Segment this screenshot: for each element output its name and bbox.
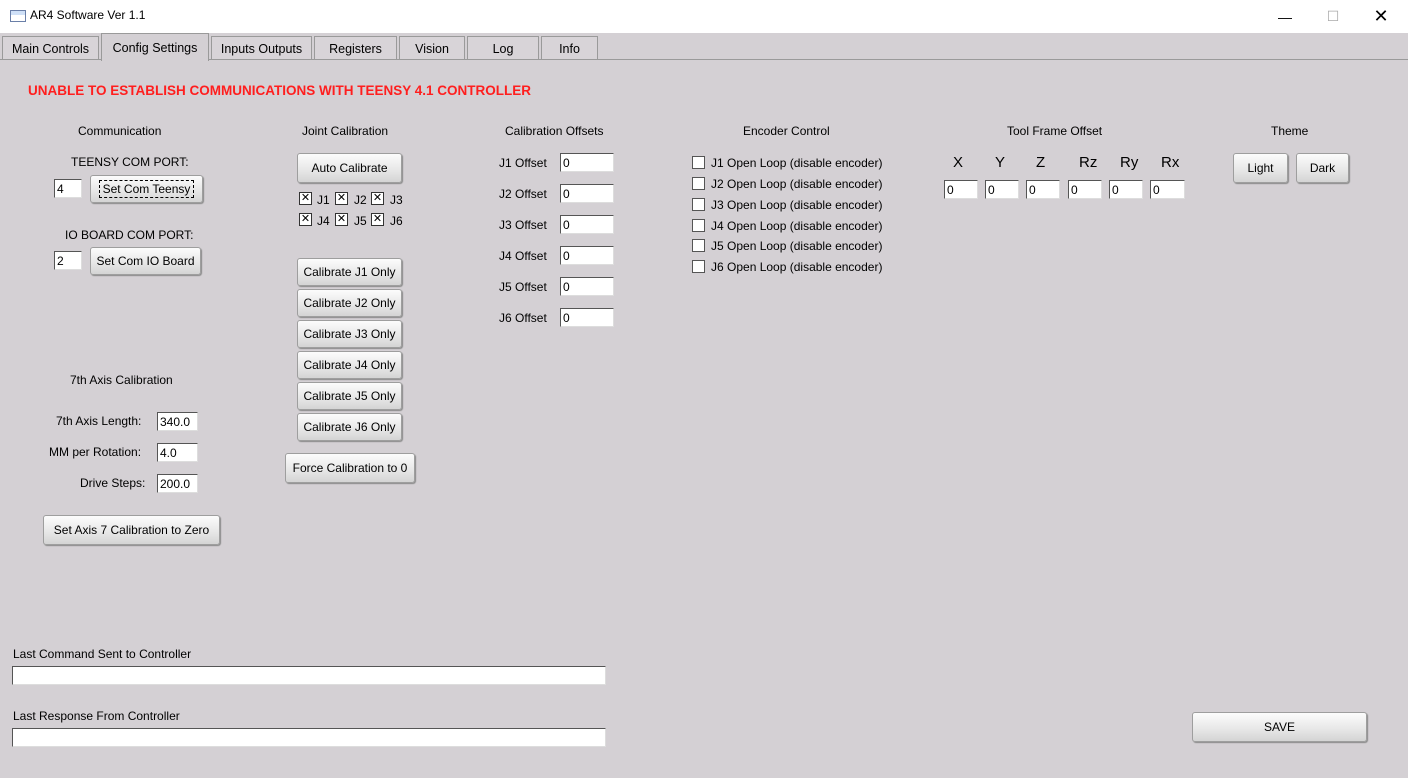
close-button[interactable]: ✕	[1358, 0, 1404, 33]
encoder-control-header: Encoder Control	[743, 124, 830, 138]
axis7-length-input[interactable]	[157, 412, 198, 431]
calibrate-j3-button[interactable]: Calibrate J3 Only	[297, 320, 402, 348]
theme-dark-button[interactable]: Dark	[1296, 153, 1349, 183]
tool-frame-x-label: X	[953, 154, 964, 171]
j6-cal-label: J6	[390, 214, 403, 228]
joint-calibration-header: Joint Calibration	[302, 124, 389, 138]
tool-frame-ry-label: Ry	[1120, 154, 1139, 171]
tool-frame-rz-label: Rz	[1079, 154, 1098, 171]
j3-open-loop-checkbox[interactable]	[692, 198, 705, 211]
j5-open-loop-checkbox[interactable]	[692, 239, 705, 252]
j2-offset-label: J2 Offset	[499, 187, 547, 201]
teensy-com-port-label: TEENSY COM PORT:	[71, 155, 189, 169]
j1-open-loop-label: J1 Open Loop (disable encoder)	[711, 156, 883, 170]
j6-offset-input[interactable]	[560, 308, 614, 327]
set-com-io-board-button[interactable]: Set Com IO Board	[90, 247, 201, 275]
tool-frame-x-input[interactable]	[944, 180, 978, 199]
j3-offset-input[interactable]	[560, 215, 614, 234]
maximize-button[interactable]: ☐	[1310, 0, 1356, 33]
j6-cal-checkbox[interactable]	[371, 213, 384, 226]
minimize-button[interactable]: —	[1262, 0, 1308, 33]
tab-main-controls[interactable]: Main Controls	[2, 36, 99, 60]
force-calibration-button[interactable]: Force Calibration to 0	[285, 453, 415, 483]
title-bar	[0, 0, 1408, 33]
j2-cal-label: J2	[354, 193, 367, 207]
axis7-length-label: 7th Axis Length:	[56, 414, 142, 428]
app-icon	[10, 10, 26, 22]
window-title: AR4 Software Ver 1.1	[30, 8, 146, 22]
calibrate-j5-button[interactable]: Calibrate J5 Only	[297, 382, 402, 410]
last-command-field[interactable]	[12, 666, 606, 685]
j1-offset-input[interactable]	[560, 153, 614, 172]
tab-registers[interactable]: Registers	[314, 36, 397, 60]
j2-offset-input[interactable]	[560, 184, 614, 203]
tool-frame-y-label: Y	[995, 154, 1006, 171]
io-board-com-port-input[interactable]	[54, 251, 82, 270]
j3-offset-label: J3 Offset	[499, 218, 547, 232]
communication-header: Communication	[78, 124, 162, 138]
drive-steps-input[interactable]	[157, 474, 198, 493]
tool-frame-rx-input[interactable]	[1150, 180, 1185, 199]
j1-cal-checkbox[interactable]	[299, 192, 312, 205]
tab-vision[interactable]: Vision	[399, 36, 465, 60]
last-response-label: Last Response From Controller	[13, 709, 180, 723]
tool-frame-z-label: Z	[1036, 154, 1046, 171]
tool-frame-y-input[interactable]	[985, 180, 1019, 199]
calibrate-j6-button[interactable]: Calibrate J6 Only	[297, 413, 402, 441]
j5-cal-checkbox[interactable]	[335, 213, 348, 226]
j4-open-loop-label: J4 Open Loop (disable encoder)	[711, 219, 883, 233]
j4-cal-checkbox[interactable]	[299, 213, 312, 226]
theme-header: Theme	[1271, 124, 1309, 138]
j4-offset-label: J4 Offset	[499, 249, 547, 263]
theme-light-button[interactable]: Light	[1233, 153, 1288, 183]
tab-config-settings[interactable]: Config Settings	[101, 33, 209, 61]
teensy-com-port-input[interactable]	[54, 179, 82, 198]
j3-open-loop-label: J3 Open Loop (disable encoder)	[711, 198, 883, 212]
tool-frame-z-input[interactable]	[1026, 180, 1060, 199]
set-com-teensy-button[interactable]: Set Com Teensy	[90, 175, 203, 203]
last-command-label: Last Command Sent to Controller	[13, 647, 192, 661]
j5-offset-label: J5 Offset	[499, 280, 547, 294]
calibrate-j1-button[interactable]: Calibrate J1 Only	[297, 258, 402, 286]
j4-open-loop-checkbox[interactable]	[692, 219, 705, 232]
j6-open-loop-checkbox[interactable]	[692, 260, 705, 273]
auto-calibrate-button[interactable]: Auto Calibrate	[297, 153, 402, 183]
error-message: UNABLE TO ESTABLISH COMMUNICATIONS WITH …	[28, 83, 532, 98]
save-button[interactable]: SAVE	[1192, 712, 1367, 742]
set-axis7-zero-button[interactable]: Set Axis 7 Calibration to Zero	[43, 515, 220, 545]
tab-strip: Main Controls Config Settings Inputs Out…	[0, 33, 1408, 61]
tool-frame-ry-input[interactable]	[1109, 180, 1143, 199]
j4-cal-label: J4	[317, 214, 330, 228]
j2-cal-checkbox[interactable]	[335, 192, 348, 205]
calibrate-j4-button[interactable]: Calibrate J4 Only	[297, 351, 402, 379]
tool-frame-header: Tool Frame Offset	[1007, 124, 1103, 138]
j5-cal-label: J5	[354, 214, 367, 228]
j5-open-loop-label: J5 Open Loop (disable encoder)	[711, 239, 883, 253]
j2-open-loop-label: J2 Open Loop (disable encoder)	[711, 177, 883, 191]
tool-frame-rz-input[interactable]	[1068, 180, 1102, 199]
tool-frame-rx-label: Rx	[1161, 154, 1180, 171]
drive-steps-label: Drive Steps:	[80, 476, 146, 490]
mm-per-rotation-input[interactable]	[157, 443, 198, 462]
tab-log[interactable]: Log	[467, 36, 539, 60]
tab-panel-border	[0, 59, 1408, 60]
axis7-header: 7th Axis Calibration	[70, 373, 173, 387]
j3-cal-label: J3	[390, 193, 403, 207]
calibrate-j2-button[interactable]: Calibrate J2 Only	[297, 289, 402, 317]
j6-open-loop-label: J6 Open Loop (disable encoder)	[711, 260, 883, 274]
io-board-com-port-label: IO BOARD COM PORT:	[65, 228, 194, 242]
calibration-offsets-header: Calibration Offsets	[505, 124, 604, 138]
j3-cal-checkbox[interactable]	[371, 192, 384, 205]
tab-info[interactable]: Info	[541, 36, 598, 60]
j1-open-loop-checkbox[interactable]	[692, 156, 705, 169]
j6-offset-label: J6 Offset	[499, 311, 547, 325]
mm-per-rotation-label: MM per Rotation:	[49, 445, 142, 459]
j5-offset-input[interactable]	[560, 277, 614, 296]
tab-inputs-outputs[interactable]: Inputs Outputs	[211, 36, 312, 60]
j1-offset-label: J1 Offset	[499, 156, 547, 170]
j2-open-loop-checkbox[interactable]	[692, 177, 705, 190]
j4-offset-input[interactable]	[560, 246, 614, 265]
j1-cal-label: J1	[317, 193, 330, 207]
last-response-field[interactable]	[12, 728, 606, 747]
